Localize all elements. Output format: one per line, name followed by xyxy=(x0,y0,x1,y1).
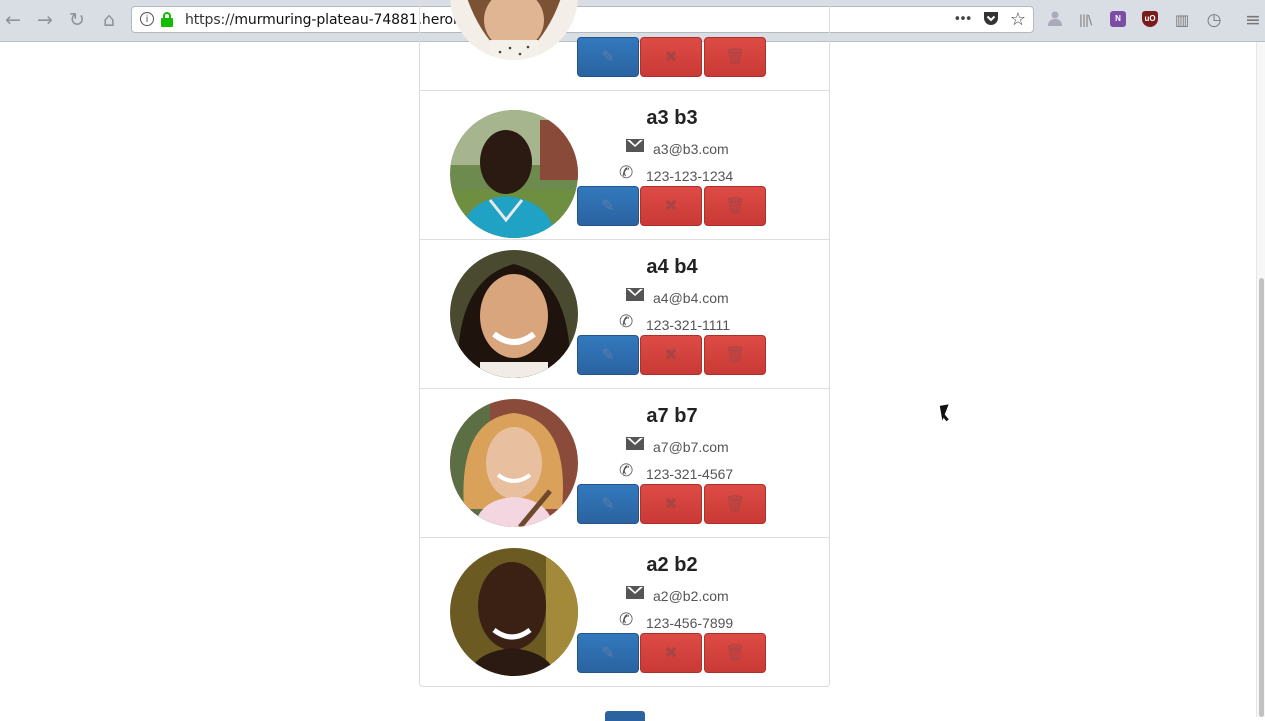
close-icon: ✖ xyxy=(664,345,678,364)
pencil-icon: ✎ xyxy=(601,196,615,215)
trash-icon: 🗑 xyxy=(724,196,746,215)
phone-icon: ✆ xyxy=(619,163,634,183)
edit-button[interactable]: ✎ xyxy=(577,484,639,524)
library-icon[interactable]: |||\ xyxy=(1075,10,1095,30)
envelope-icon xyxy=(626,437,644,450)
close-icon: ✖ xyxy=(664,47,678,66)
delete-button[interactable]: 🗑 xyxy=(704,186,766,226)
avatar xyxy=(450,0,578,60)
add-contact-button[interactable] xyxy=(605,711,645,721)
avatar xyxy=(450,548,578,676)
cancel-button[interactable]: ✖ xyxy=(640,633,702,673)
contact-name: a3 b3 xyxy=(646,107,698,129)
home-icon[interactable]: ⌂ xyxy=(97,8,121,32)
pencil-icon: ✎ xyxy=(601,47,615,66)
list-item: a7 b7 a7@b7.com ✆ 123-321-4567 ✎ ✖ 🗑 xyxy=(420,389,829,538)
close-icon: ✖ xyxy=(664,643,678,662)
onenote-icon[interactable]: N xyxy=(1110,11,1126,27)
envelope-icon xyxy=(626,586,644,599)
delete-button[interactable]: 🗑 xyxy=(704,37,766,77)
contact-list: ✎ ✖ 🗑 a3 b3 a3@b3.com ✆ 123-123-1234 ✎ ✖… xyxy=(419,0,830,687)
trash-icon: 🗑 xyxy=(724,643,746,662)
hamburger-menu-icon[interactable]: ≡ xyxy=(1243,10,1263,30)
cancel-button[interactable]: ✖ xyxy=(640,484,702,524)
reload-icon[interactable]: ↻ xyxy=(65,8,89,32)
back-arrow-icon[interactable]: ← xyxy=(1,8,25,32)
avatar xyxy=(450,250,578,378)
pocket-icon[interactable] xyxy=(981,11,1001,29)
account-icon[interactable] xyxy=(1045,10,1065,30)
forward-arrow-icon[interactable]: → xyxy=(33,8,57,32)
envelope-icon xyxy=(626,288,644,301)
trash-icon: 🗑 xyxy=(724,494,746,513)
edit-button[interactable]: ✎ xyxy=(577,186,639,226)
contact-email: a4@b4.com xyxy=(653,290,729,306)
contact-email: a7@b7.com xyxy=(653,439,729,455)
contact-email: a3@b3.com xyxy=(653,141,729,157)
avatar xyxy=(450,399,578,527)
pencil-icon: ✎ xyxy=(601,643,615,662)
pencil-icon: ✎ xyxy=(601,345,615,364)
trash-icon: 🗑 xyxy=(724,47,746,66)
url-scheme: https:// xyxy=(185,12,235,28)
ellipsis-icon[interactable]: ••• xyxy=(952,11,972,29)
phone-icon: ✆ xyxy=(619,610,634,630)
scrollbar-thumb[interactable] xyxy=(1259,278,1264,717)
edit-button[interactable]: ✎ xyxy=(577,633,639,673)
contact-name: a7 b7 xyxy=(646,405,698,427)
edit-button[interactable]: ✎ xyxy=(577,335,639,375)
lock-icon[interactable] xyxy=(161,12,173,27)
page-scrollbar[interactable] xyxy=(1256,42,1265,717)
star-icon[interactable]: ☆ xyxy=(1008,11,1028,29)
contact-phone: 123-456-7899 xyxy=(646,615,734,631)
contact-name: a2 b2 xyxy=(646,554,698,576)
avatar xyxy=(450,110,578,238)
cancel-button[interactable]: ✖ xyxy=(640,186,702,226)
contact-email: a2@b2.com xyxy=(653,588,729,604)
clock-icon[interactable]: ◷ xyxy=(1204,10,1224,30)
list-item: ✎ ✖ 🗑 xyxy=(420,0,829,91)
list-item: a2 b2 a2@b2.com ✆ 123-456-7899 ✎ ✖ 🗑 xyxy=(420,538,829,687)
list-item: a3 b3 a3@b3.com ✆ 123-123-1234 ✎ ✖ 🗑 xyxy=(420,91,829,240)
trash-icon: 🗑 xyxy=(724,345,746,364)
cancel-button[interactable]: ✖ xyxy=(640,335,702,375)
delete-button[interactable]: 🗑 xyxy=(704,633,766,673)
cancel-button[interactable]: ✖ xyxy=(640,37,702,77)
contact-phone: 123-321-1111 xyxy=(646,317,731,333)
contact-name: a4 b4 xyxy=(646,256,698,278)
delete-button[interactable]: 🗑 xyxy=(704,484,766,524)
delete-button[interactable]: 🗑 xyxy=(704,335,766,375)
mouse-cursor xyxy=(939,404,952,421)
close-icon: ✖ xyxy=(664,196,678,215)
phone-icon: ✆ xyxy=(619,461,634,481)
list-item: a4 b4 a4@b4.com ✆ 123-321-1111 ✎ ✖ 🗑 xyxy=(420,240,829,389)
phone-icon: ✆ xyxy=(619,312,634,332)
contact-phone: 123-123-1234 xyxy=(646,168,734,184)
envelope-icon xyxy=(626,139,644,152)
contact-phone: 123-321-4567 xyxy=(646,466,734,482)
info-icon[interactable]: i xyxy=(140,12,154,26)
sidebar-icon[interactable]: ▥ xyxy=(1172,10,1192,30)
edit-button[interactable]: ✎ xyxy=(577,37,639,77)
pencil-icon: ✎ xyxy=(601,494,615,513)
ublock-icon[interactable]: uO xyxy=(1142,11,1158,27)
close-icon: ✖ xyxy=(664,494,678,513)
